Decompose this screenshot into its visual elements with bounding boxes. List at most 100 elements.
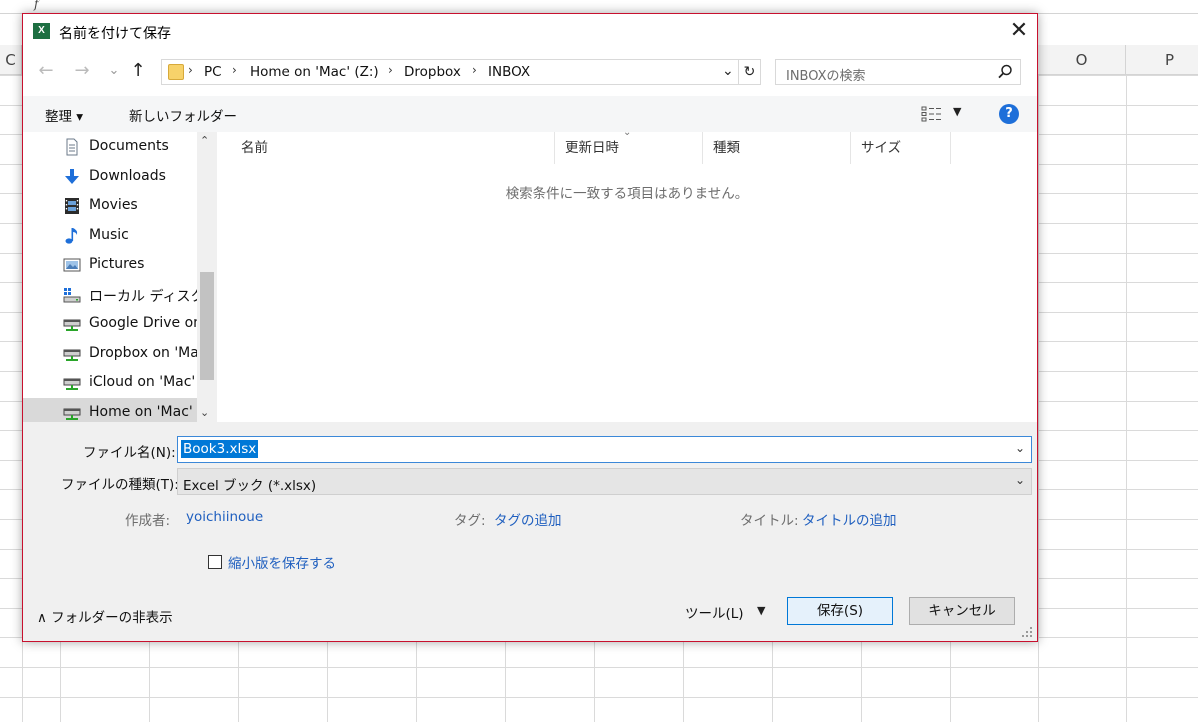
filename-label: ファイル名(N): xyxy=(83,445,176,461)
filename-value: Book3.xlsx xyxy=(181,440,259,458)
breadcrumb-inbox[interactable]: INBOX xyxy=(488,64,530,80)
address-bar[interactable]: › PC › Home on 'Mac' (Z:) › Dropbox › IN… xyxy=(161,59,761,85)
network-drive-icon xyxy=(63,319,81,331)
download-arrow-icon xyxy=(65,168,79,184)
sidebar-item-dropbox[interactable]: Dropbox on 'Ma xyxy=(23,339,199,368)
sidebar-item-label: Home on 'Mac' ( xyxy=(89,403,203,420)
document-icon xyxy=(66,138,78,156)
column-size[interactable]: サイズ xyxy=(851,132,951,164)
sidebar-item-label: Movies xyxy=(89,197,138,213)
save-thumbnail-checkbox[interactable] xyxy=(208,555,222,569)
sidebar-item-label: Google Drive on xyxy=(89,315,203,331)
breadcrumb-home-on-mac[interactable]: Home on 'Mac' (Z:) xyxy=(250,64,379,80)
tags-label: タグ: xyxy=(454,513,486,529)
command-toolbar: 整理 ▾ 新しいフォルダー ▼ ? xyxy=(23,96,1037,132)
network-drive-icon xyxy=(63,378,81,390)
title-label: タイトル: xyxy=(740,513,799,529)
save-button[interactable]: 保存(S) xyxy=(787,597,893,625)
picture-icon xyxy=(63,258,81,272)
fx-icon: f xyxy=(34,0,39,11)
close-button[interactable]: ✕ xyxy=(1005,18,1033,46)
sidebar-item-documents[interactable]: Documents xyxy=(23,132,197,161)
view-options-icon[interactable] xyxy=(921,105,945,123)
sidebar-item-music[interactable]: Music xyxy=(23,221,197,250)
search-placeholder: INBOXの検索 xyxy=(786,69,866,84)
save-as-dialog: X 名前を付けて保存 ✕ ← → ⌄ ↑ › PC › Home on 'Mac… xyxy=(22,13,1038,642)
column-type[interactable]: 種類 xyxy=(703,132,851,164)
file-list[interactable]: 名前 ⌄ 更新日時 種類 サイズ 検索条件に一致する項目はありません。 xyxy=(217,127,1037,422)
up-folder-button[interactable]: ↑ xyxy=(127,60,149,82)
tags-field[interactable]: タグの追加 xyxy=(494,509,562,529)
sidebar-item-pictures[interactable]: Pictures xyxy=(23,250,197,279)
dialog-titlebar[interactable]: X 名前を付けて保存 ✕ xyxy=(23,14,1037,50)
sidebar-item-label: Dropbox on 'Ma xyxy=(89,344,199,361)
sidebar-item-home-on-mac[interactable]: Home on 'Mac' ( xyxy=(23,397,203,422)
breadcrumb-separator[interactable]: › xyxy=(472,63,477,77)
column-header-c[interactable]: C xyxy=(0,45,22,75)
navigation-pane-scrollbar[interactable]: ⌃ ⌄ xyxy=(197,132,217,422)
recent-locations-button[interactable]: ⌄ xyxy=(103,60,125,82)
organize-menu-button[interactable]: 整理 ▾ xyxy=(45,105,83,125)
search-input[interactable]: INBOXの検索 xyxy=(775,59,1021,85)
forward-button[interactable]: → xyxy=(71,60,93,82)
author-field[interactable]: yoichiinoue xyxy=(186,509,263,525)
grid-row-line xyxy=(0,667,1198,668)
column-name[interactable]: 名前 xyxy=(231,132,555,164)
breadcrumb-pc[interactable]: PC xyxy=(204,64,222,80)
save-thumbnail-label[interactable]: 縮小版を保存する xyxy=(228,552,336,572)
dialog-title: 名前を付けて保存 xyxy=(59,26,171,42)
navigation-row: ← → ⌄ ↑ › PC › Home on 'Mac' (Z:) › Drop… xyxy=(23,50,1037,96)
breadcrumb-dropbox[interactable]: Dropbox xyxy=(404,64,461,80)
sidebar-item-label: Downloads xyxy=(89,167,166,184)
hide-folders-button[interactable]: ∧ フォルダーの非表示 xyxy=(37,606,173,626)
filetype-select[interactable]: Excel ブック (*.xlsx) ⌄ xyxy=(177,468,1032,495)
sidebar-item-local-disk[interactable]: ローカル ディスク (C xyxy=(23,280,217,309)
cancel-button[interactable]: キャンセル xyxy=(909,597,1015,625)
tools-dropdown-icon[interactable]: ▼ xyxy=(757,604,765,617)
back-button[interactable]: ← xyxy=(35,60,57,82)
filename-input[interactable]: Book3.xlsx ⌄ xyxy=(177,436,1032,463)
sidebar-item-movies[interactable]: Movies xyxy=(23,191,197,220)
sidebar-item-label: Music xyxy=(89,226,129,243)
column-header-p[interactable]: P xyxy=(1126,45,1198,75)
new-folder-button[interactable]: 新しいフォルダー xyxy=(129,105,237,125)
empty-folder-message: 検索条件に一致する項目はありません。 xyxy=(505,186,749,202)
sidebar-item-downloads[interactable]: Downloads xyxy=(23,162,197,191)
resize-grip-icon[interactable] xyxy=(1021,626,1033,638)
sidebar-item-label: Pictures xyxy=(89,256,145,272)
author-label: 作成者: xyxy=(125,513,171,529)
breadcrumb-separator[interactable]: › xyxy=(188,63,193,77)
network-drive-icon xyxy=(63,349,81,361)
refresh-button[interactable]: ↻ xyxy=(738,60,760,84)
address-dropdown-icon[interactable]: ⌄ xyxy=(722,63,734,79)
filetype-dropdown-icon[interactable]: ⌄ xyxy=(1015,473,1025,487)
search-icon[interactable] xyxy=(996,63,1014,81)
music-note-icon xyxy=(65,227,78,244)
grid-column-line xyxy=(1038,75,1039,722)
sidebar-item-label: Documents xyxy=(89,138,169,154)
breadcrumb-separator[interactable]: › xyxy=(388,63,393,77)
network-drive-icon xyxy=(63,408,81,420)
folder-icon xyxy=(168,64,184,80)
scroll-down-icon[interactable]: ⌄ xyxy=(200,406,209,419)
local-disk-icon xyxy=(63,287,81,302)
film-icon xyxy=(65,198,79,214)
filename-dropdown-icon[interactable]: ⌄ xyxy=(1015,441,1025,455)
grid-column-line xyxy=(1126,75,1127,722)
breadcrumb-separator[interactable]: › xyxy=(232,63,237,77)
sidebar-item-label: iCloud on 'Mac' xyxy=(89,374,196,390)
view-dropdown-icon[interactable]: ▼ xyxy=(953,105,961,118)
scrollbar-thumb[interactable] xyxy=(200,272,214,380)
scroll-up-icon[interactable]: ⌃ xyxy=(200,134,209,147)
column-header-o[interactable]: O xyxy=(1038,45,1126,75)
formula-bar: f xyxy=(0,0,1198,14)
title-field[interactable]: タイトルの追加 xyxy=(802,509,897,529)
help-icon[interactable]: ? xyxy=(999,104,1019,124)
filetype-value: Excel ブック (*.xlsx) xyxy=(183,478,317,494)
column-date-modified[interactable]: 更新日時 xyxy=(555,132,703,164)
sidebar-item-icloud[interactable]: iCloud on 'Mac' xyxy=(23,368,197,397)
tools-menu-button[interactable]: ツール(L) xyxy=(685,602,744,622)
grid-row-line xyxy=(0,697,1198,698)
filetype-label: ファイルの種類(T): xyxy=(61,477,179,493)
sidebar-item-google-drive[interactable]: Google Drive on xyxy=(23,309,202,338)
